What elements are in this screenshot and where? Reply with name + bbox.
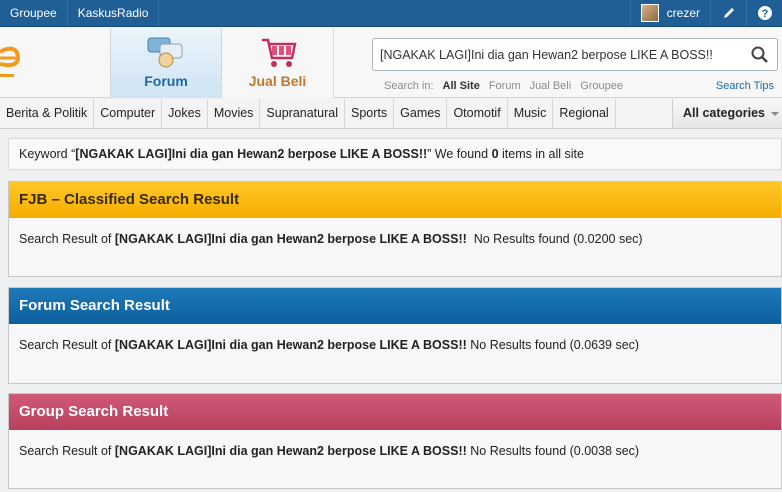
group-panel-body: Search Result of [NGAKAK LAGI]Ini dia ga… bbox=[9, 430, 781, 472]
forum-icon bbox=[147, 37, 183, 68]
topbar-spacer bbox=[159, 0, 629, 26]
fjb-result-panel: FJB – Classified Search Result Search Re… bbox=[8, 181, 782, 277]
search-icon bbox=[751, 46, 768, 63]
keyword-prefix: Keyword “ bbox=[19, 147, 76, 161]
category-computer[interactable]: Computer bbox=[94, 99, 163, 128]
result-prefix: Search Result of bbox=[19, 338, 115, 352]
category-music[interactable]: Music bbox=[508, 99, 554, 128]
forum-result-panel: Forum Search Result Search Result of [NG… bbox=[8, 287, 782, 384]
result-count: 0 bbox=[491, 147, 499, 161]
site-header: Forum Jual Beli Search in: All Site Foru… bbox=[0, 28, 782, 98]
result-status: No Results found (0.0038 sec) bbox=[466, 444, 640, 458]
category-movies[interactable]: Movies bbox=[208, 99, 261, 128]
result-prefix: Search Result of bbox=[19, 232, 115, 246]
tab-jual-beli-label: Jual Beli bbox=[248, 73, 307, 89]
avatar bbox=[640, 4, 659, 22]
username: crezer bbox=[666, 6, 700, 20]
pencil-icon bbox=[723, 8, 734, 18]
category-berita-politik[interactable]: Berita & Politik bbox=[0, 99, 95, 128]
cart-icon bbox=[261, 38, 297, 67]
fjb-panel-title: FJB – Classified Search Result bbox=[9, 182, 781, 218]
search-input[interactable] bbox=[373, 39, 733, 70]
svg-text:?: ? bbox=[761, 8, 768, 20]
search-scope-bar: Search in: All Site Forum Jual Beli Grou… bbox=[384, 80, 623, 92]
keyword-middle: ” We found bbox=[427, 147, 492, 161]
tab-jual-beli[interactable]: Jual Beli bbox=[222, 28, 334, 98]
group-panel-title: Group Search Result bbox=[9, 394, 781, 430]
result-status: No Results found (0.0200 sec) bbox=[466, 232, 643, 246]
all-categories-dropdown[interactable]: All categories bbox=[672, 99, 782, 128]
keyword-suffix: items in all site bbox=[498, 147, 584, 161]
keyword-summary: Keyword “[NGAKAK LAGI]Ini dia gan Hewan2… bbox=[8, 138, 782, 170]
category-nav: Berita & Politik Computer Jokes Movies S… bbox=[0, 99, 782, 129]
chevron-down-icon bbox=[770, 111, 779, 116]
tab-forum[interactable]: Forum bbox=[110, 28, 222, 98]
help-icon: ? bbox=[757, 6, 772, 20]
kaskus-logo[interactable] bbox=[0, 38, 40, 88]
search-button[interactable] bbox=[747, 42, 773, 68]
result-keyword: [NGAKAK LAGI]Ini dia gan Hewan2 berpose … bbox=[114, 338, 467, 352]
topbar-link-kaskusradio[interactable]: KaskusRadio bbox=[68, 0, 160, 26]
search-in-label: Search in: bbox=[384, 80, 434, 92]
category-games[interactable]: Games bbox=[394, 99, 448, 128]
result-status: No Results found (0.0639 sec) bbox=[466, 338, 640, 352]
edit-button[interactable] bbox=[710, 0, 746, 26]
scope-groupee[interactable]: Groupee bbox=[580, 80, 623, 92]
fjb-panel-body: Search Result of [NGAKAK LAGI]Ini dia ga… bbox=[9, 218, 781, 260]
category-regional[interactable]: Regional bbox=[553, 99, 616, 128]
search-box bbox=[372, 38, 778, 71]
result-keyword: [NGAKAK LAGI]Ini dia gan Hewan2 berpose … bbox=[114, 232, 467, 246]
topbar-link-groupee[interactable]: Groupee bbox=[0, 0, 68, 26]
group-result-panel: Group Search Result Search Result of [NG… bbox=[8, 393, 782, 489]
forum-panel-title: Forum Search Result bbox=[9, 288, 781, 324]
forum-panel-body: Search Result of [NGAKAK LAGI]Ini dia ga… bbox=[9, 324, 781, 366]
keyword-text: [NGAKAK LAGI]Ini dia gan Hewan2 berpose … bbox=[75, 147, 428, 161]
category-supranatural[interactable]: Supranatural bbox=[260, 99, 345, 128]
category-jokes[interactable]: Jokes bbox=[162, 99, 208, 128]
category-sports[interactable]: Sports bbox=[345, 99, 395, 128]
help-button[interactable]: ? bbox=[746, 0, 782, 26]
scope-forum[interactable]: Forum bbox=[489, 80, 521, 92]
category-otomotif[interactable]: Otomotif bbox=[447, 99, 508, 128]
scope-jual-beli[interactable]: Jual Beli bbox=[530, 80, 572, 92]
result-keyword: [NGAKAK LAGI]Ini dia gan Hewan2 berpose … bbox=[114, 444, 467, 458]
scope-all-site[interactable]: All Site bbox=[443, 80, 480, 92]
all-categories-label: All categories bbox=[683, 106, 765, 120]
tab-forum-label: Forum bbox=[144, 73, 188, 89]
result-prefix: Search Result of bbox=[19, 444, 115, 458]
user-menu[interactable]: crezer bbox=[629, 0, 710, 26]
top-bar: Groupee KaskusRadio crezer ? bbox=[0, 0, 782, 27]
search-tips-link[interactable]: Search Tips bbox=[716, 80, 774, 92]
